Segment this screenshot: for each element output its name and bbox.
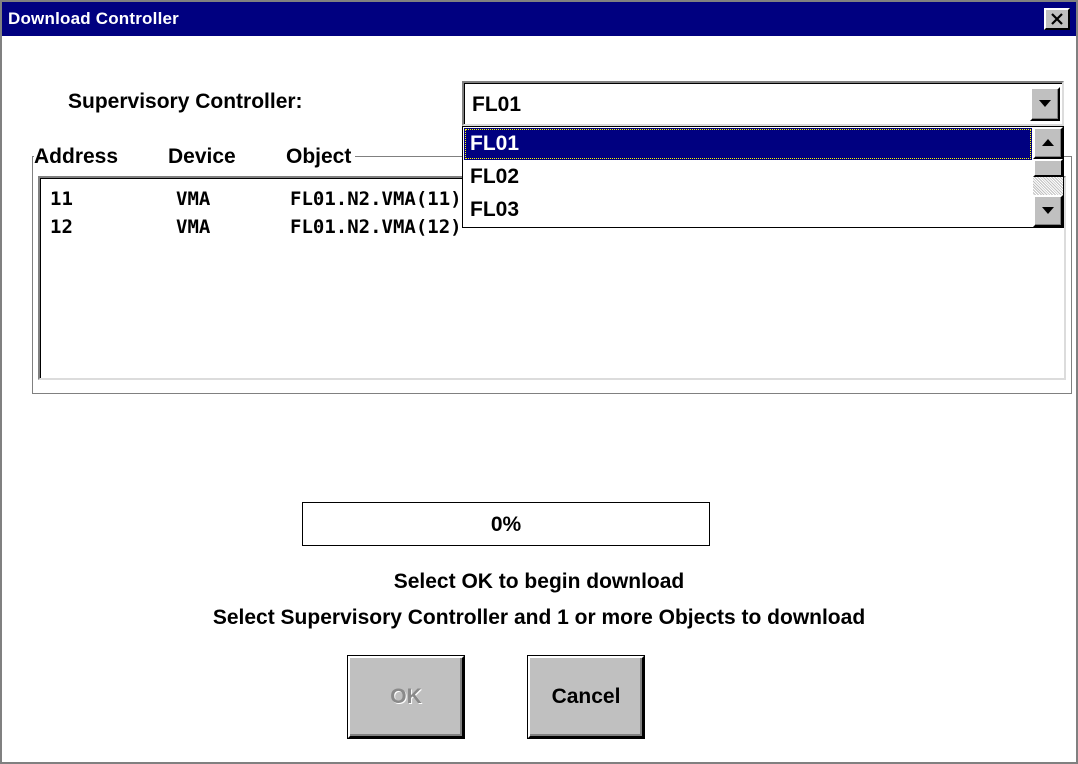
close-x-icon	[1051, 13, 1063, 25]
arrow-down-icon	[1042, 207, 1054, 214]
row-device: VMA	[176, 188, 211, 210]
instruction-message-1: Select OK to begin download	[393, 570, 685, 593]
cancel-button[interactable]: Cancel	[528, 656, 644, 738]
close-button[interactable]	[1044, 8, 1070, 30]
scroll-thumb[interactable]	[1033, 159, 1063, 177]
download-progress-bar: 0%	[302, 502, 710, 546]
row-object: FL01.N2.VMA(11)	[290, 188, 462, 210]
objects-column-headers: Address Device Object	[34, 142, 356, 172]
row-object: FL01.N2.VMA(12)	[290, 216, 462, 238]
scroll-up-button[interactable]	[1033, 127, 1063, 159]
column-header-object: Object	[286, 145, 352, 168]
arrow-up-icon	[1042, 139, 1054, 146]
supervisory-controller-label: Supervisory Controller:	[68, 90, 303, 113]
progress-percent: 0%	[490, 513, 522, 536]
combo-selected-value: FL01	[472, 93, 522, 116]
supervisory-controller-combo[interactable]: FL01	[462, 81, 1064, 126]
download-controller-dialog: Download Controller Supervisory Controll…	[0, 0, 1078, 764]
column-header-device: Device	[168, 145, 236, 168]
dropdown-scrollbar[interactable]	[1033, 127, 1063, 227]
window-title: Download Controller	[8, 9, 179, 28]
dropdown-option-fl03[interactable]: FL03	[464, 194, 1032, 226]
title-bar: Download Controller	[2, 2, 1076, 36]
dropdown-option-fl02[interactable]: FL02	[464, 161, 1032, 193]
row-device: VMA	[176, 216, 211, 238]
ok-button[interactable]: OK	[348, 656, 464, 738]
column-header-address: Address	[34, 145, 119, 168]
supervisory-controller-dropdown[interactable]: FL01 FL02 FL03	[462, 126, 1064, 228]
combo-dropdown-button[interactable]	[1030, 87, 1060, 121]
scroll-down-button[interactable]	[1033, 195, 1063, 227]
row-address: 11	[50, 188, 73, 210]
instruction-message-2: Select Supervisory Controller and 1 or m…	[212, 606, 866, 629]
dropdown-option-fl01[interactable]: FL01	[464, 128, 1032, 160]
chevron-down-icon	[1039, 100, 1051, 107]
row-address: 12	[50, 216, 73, 238]
